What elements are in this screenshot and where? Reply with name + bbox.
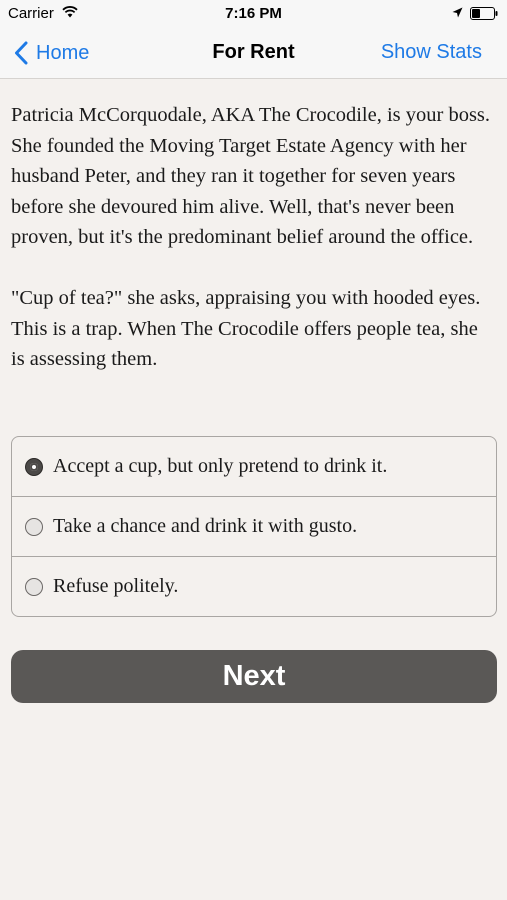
choice-option[interactable]: Accept a cup, but only pretend to drink … bbox=[12, 437, 496, 496]
choice-label: Accept a cup, but only pretend to drink … bbox=[53, 455, 388, 477]
story-paragraph: Patricia McCorquodale, AKA The Crocodile… bbox=[11, 104, 491, 248]
location-icon bbox=[452, 7, 463, 18]
show-stats-button[interactable]: Show Stats bbox=[381, 41, 482, 64]
radio-unselected-icon[interactable] bbox=[25, 577, 43, 596]
choice-label: Refuse politely. bbox=[53, 575, 179, 597]
battery-icon bbox=[470, 7, 498, 20]
choice-list: Accept a cup, but only pretend to drink … bbox=[11, 436, 497, 617]
status-time: 7:16 PM bbox=[225, 5, 282, 22]
radio-selected-icon[interactable] bbox=[25, 457, 43, 476]
next-button[interactable]: Next bbox=[11, 650, 497, 703]
story-text: Patricia McCorquodale, AKA The Crocodile… bbox=[11, 100, 495, 405]
choice-option[interactable]: Take a chance and drink it with gusto. bbox=[12, 496, 496, 556]
radio-unselected-icon[interactable] bbox=[25, 517, 43, 536]
choice-option[interactable]: Refuse politely. bbox=[12, 556, 496, 616]
status-bar: Carrier 7:16 PM bbox=[0, 0, 507, 28]
choice-label: Take a chance and drink it with gusto. bbox=[53, 515, 358, 537]
navigation-bar: Home For Rent Show Stats bbox=[0, 28, 507, 79]
story-paragraph: "Cup of tea?" she asks, appraising you w… bbox=[11, 287, 481, 370]
